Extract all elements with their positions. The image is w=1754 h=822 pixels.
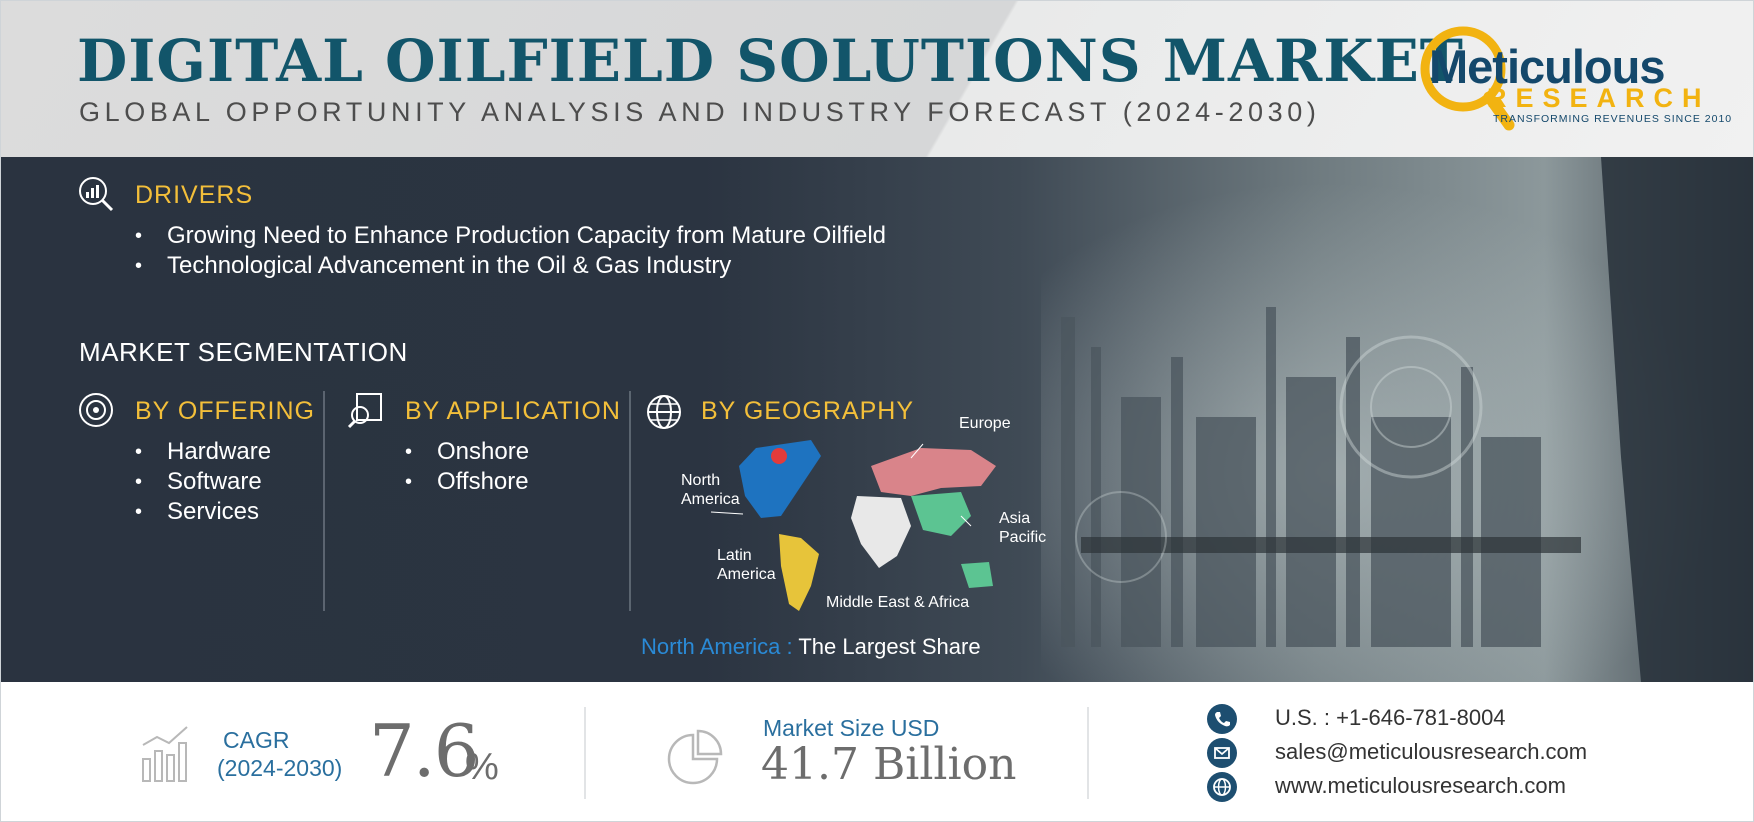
segment-divider (629, 391, 631, 611)
logo-research: RESEARCH (1487, 83, 1711, 113)
map-label-europe: Europe (959, 415, 1011, 432)
segment-divider (323, 391, 325, 611)
growth-chart-icon (142, 726, 188, 782)
pie-chart-icon (667, 729, 723, 785)
infographic-page: DIGITAL OILFIELD SOLUTIONS MARKET GLOBAL… (0, 0, 1754, 822)
email-icon (1207, 738, 1237, 768)
map-label-latin-america: Latin America (717, 546, 776, 584)
offering-heading: BY OFFERING (135, 397, 316, 425)
map-label-line: Asia (999, 510, 1031, 527)
logo-tagline: TRANSFORMING REVENUES SINCE 2010 (1493, 113, 1733, 125)
drivers-heading: DRIVERS (135, 181, 254, 209)
drivers-list: Growing Need to Enhance Production Capac… (135, 221, 886, 281)
contact-email[interactable]: sales@meticulousresearch.com (1275, 739, 1587, 765)
page-subtitle: GLOBAL OPPORTUNITY ANALYSIS AND INDUSTRY… (79, 97, 1321, 127)
footer-divider (584, 707, 586, 799)
segmentation-title: MARKET SEGMENTATION (79, 337, 408, 367)
map-label-line: Latin (717, 547, 752, 564)
map-label-line: America (717, 566, 776, 583)
offering-target-icon (79, 393, 113, 427)
cagr-unit: % (465, 746, 499, 788)
map-label-mea: Middle East & Africa (826, 594, 970, 611)
geography-heading: BY GEOGRAPHY (701, 397, 914, 425)
drivers-magnifier-icon (79, 177, 114, 212)
offering-item: Services (135, 497, 271, 527)
offering-list: Hardware Software Services (135, 437, 271, 527)
map-label-line: America (681, 491, 740, 508)
world-map-image (710, 440, 996, 611)
market-size-value: 41.7 Billion (761, 739, 1017, 790)
largest-text: The Largest Share (798, 634, 981, 659)
largest-share-note: North America : The Largest Share (641, 634, 981, 660)
map-label-asia-pacific: Asia Pacific (999, 509, 1046, 547)
company-logo[interactable]: Meticulous RESEARCH TRANSFORMING REVENUE… (1413, 21, 1731, 139)
cagr-years: (2024-2030) (217, 755, 343, 781)
contact-website[interactable]: www.meticulousresearch.com (1275, 773, 1566, 799)
map-label-line: Pacific (999, 529, 1047, 546)
phone-icon (1207, 704, 1237, 734)
page-title: DIGITAL OILFIELD SOLUTIONS MARKET (77, 27, 1464, 95)
application-heading: BY APPLICATION (405, 397, 621, 425)
driver-item: Technological Advancement in the Oil & G… (135, 251, 886, 281)
footer-divider (1087, 707, 1089, 799)
application-document-icon (347, 393, 382, 429)
map-label-north-america: North America (681, 471, 740, 509)
market-size-label: Market Size USD (763, 715, 940, 741)
offering-item: Software (135, 467, 271, 497)
web-globe-icon (1207, 772, 1237, 802)
driver-item: Growing Need to Enhance Production Capac… (135, 221, 886, 251)
application-item: Onshore (405, 437, 529, 467)
map-label-line: North (681, 472, 721, 489)
cagr-label: CAGR (223, 727, 290, 753)
offering-item: Hardware (135, 437, 271, 467)
header-banner: DIGITAL OILFIELD SOLUTIONS MARKET GLOBAL… (1, 1, 1753, 157)
application-list: Onshore Offshore (405, 437, 529, 497)
application-item: Offshore (405, 467, 529, 497)
contact-phone[interactable]: U.S. : +1-646-781-8004 (1275, 705, 1506, 731)
cagr-value: 7.6 (369, 709, 480, 793)
largest-region: North America : (641, 634, 793, 659)
